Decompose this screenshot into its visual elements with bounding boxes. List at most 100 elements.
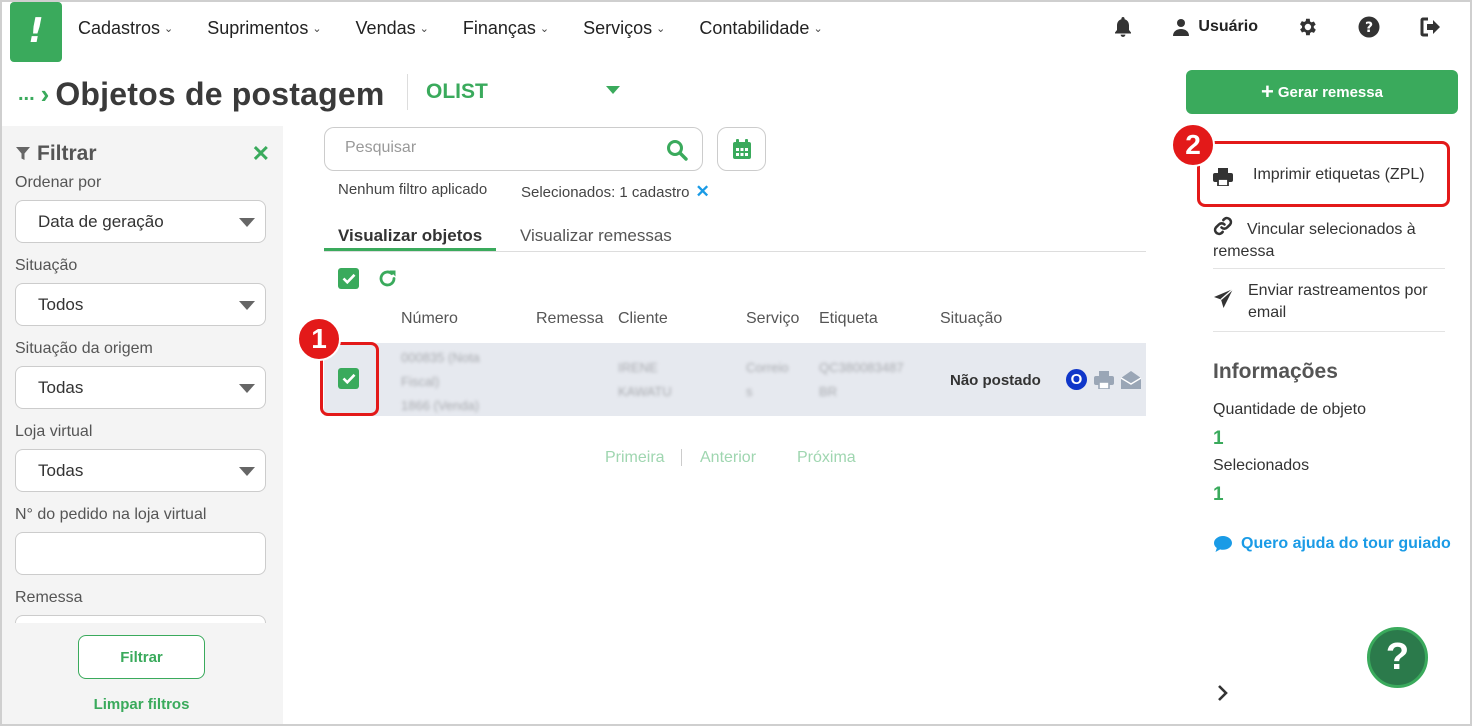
menu-suprimentos[interactable]: Suprimentos ⌄ xyxy=(207,18,321,39)
app-logo[interactable]: ! xyxy=(10,2,62,62)
help-fab-button[interactable]: ? xyxy=(1367,627,1428,688)
chevron-right-icon: › xyxy=(40,79,50,109)
olist-badge-icon[interactable]: O xyxy=(1066,369,1087,390)
cell-servico-line: Correio xyxy=(746,360,789,375)
help-circle-icon[interactable]: ? xyxy=(1356,14,1382,40)
object-quantity-label: Quantidade de objeto xyxy=(1213,401,1367,418)
search-icon[interactable] xyxy=(666,139,688,161)
actions-divider xyxy=(1213,268,1445,269)
search-input[interactable] xyxy=(345,139,645,157)
apply-filter-button[interactable]: Filtrar xyxy=(78,635,205,679)
cell-cliente: IRENE KAWATU xyxy=(618,356,672,404)
online-store-select[interactable]: Todas xyxy=(15,449,266,492)
bell-icon[interactable] xyxy=(1110,14,1136,40)
view-tabs: Visualizar objetos Visualizar remessas xyxy=(324,224,1146,252)
cell-cliente-line: IRENE xyxy=(618,360,658,375)
send-tracking-label: Enviar rastreamentos por email xyxy=(1248,282,1428,321)
origin-status-label: Situação da origem xyxy=(15,340,153,357)
origin-status-select[interactable]: Todas xyxy=(15,366,266,409)
order-number-label: N° do pedido na loja virtual xyxy=(15,506,207,523)
main-menu: Cadastros ⌄ Suprimentos ⌄ Vendas ⌄ Finanças… xyxy=(78,18,857,39)
funnel-icon xyxy=(16,147,30,160)
top-right-tools: Usuário ? xyxy=(1074,14,1444,40)
pager-first[interactable]: Primeira xyxy=(605,449,665,467)
breadcrumb-back[interactable]: ... xyxy=(18,83,35,106)
online-store-value: Todas xyxy=(38,461,84,480)
menu-contabilidade[interactable]: Contabilidade ⌄ xyxy=(699,18,822,39)
refresh-icon[interactable] xyxy=(377,268,398,289)
chevron-down-icon: ⌄ xyxy=(419,23,429,35)
cell-numero-line: 000835 (Nota xyxy=(401,350,480,365)
menu-financas[interactable]: Finanças ⌄ xyxy=(463,18,549,39)
status-select[interactable]: Todos xyxy=(15,283,266,326)
sort-select[interactable]: Data de geração xyxy=(15,200,266,243)
col-header-cliente[interactable]: Cliente xyxy=(618,310,668,328)
actions-divider xyxy=(1213,331,1445,332)
menu-label: Cadastros xyxy=(78,18,161,38)
gear-icon[interactable] xyxy=(1294,14,1320,40)
clear-filters-link[interactable]: Limpar filtros xyxy=(0,696,283,713)
cell-numero-line: Fiscal) xyxy=(401,374,440,389)
send-tracking-email-action[interactable]: Enviar rastreamentos por email xyxy=(1213,280,1445,324)
paper-plane-icon xyxy=(1214,288,1234,308)
tab-view-objects[interactable]: Visualizar objetos xyxy=(338,226,482,246)
search-box xyxy=(324,127,703,171)
active-tab-indicator xyxy=(324,248,496,251)
link-selected-to-shipment-action[interactable]: Vincular selecionados à remessa xyxy=(1213,216,1445,263)
check-icon xyxy=(342,273,355,284)
pager-previous[interactable]: Anterior xyxy=(700,449,756,467)
col-header-remessa[interactable]: Remessa xyxy=(536,310,604,328)
svg-text:?: ? xyxy=(1365,20,1373,36)
cell-servico-line: s xyxy=(746,384,753,399)
pager-divider xyxy=(681,449,682,466)
shipment-input[interactable] xyxy=(15,615,266,623)
cell-etiqueta-line: BR xyxy=(819,384,838,399)
page-title: Objetos de postagem xyxy=(55,76,385,112)
chevron-right-icon[interactable] xyxy=(1216,684,1230,702)
store-name: OLIST xyxy=(426,80,488,103)
col-header-situacao[interactable]: Situação xyxy=(940,310,1002,328)
cell-etiqueta-line: QC380083487 xyxy=(819,360,904,375)
caret-down-icon xyxy=(239,384,255,393)
user-menu[interactable]: Usuário xyxy=(1172,18,1258,36)
sort-label: Ordenar por xyxy=(15,174,102,191)
selected-count-label: Selecionados xyxy=(1213,457,1310,474)
date-filter-button[interactable] xyxy=(717,127,766,171)
info-title: Informações xyxy=(1213,360,1338,383)
guided-tour-link[interactable]: Quero ajuda do tour guiado xyxy=(1213,535,1451,553)
envelope-icon[interactable] xyxy=(1121,370,1141,389)
shipment-label: Remessa xyxy=(15,589,83,606)
filter-title: Filtrar xyxy=(15,142,97,166)
breadcrumb: ... › Objetos de postagem xyxy=(18,76,385,113)
clear-selection-icon[interactable]: ✕ xyxy=(695,182,709,202)
caret-down-icon xyxy=(239,301,255,310)
col-header-numero[interactable]: Número xyxy=(401,310,458,328)
menu-servicos[interactable]: Serviços ⌄ xyxy=(583,18,665,39)
pager-next[interactable]: Próxima xyxy=(797,449,856,467)
menu-label: Contabilidade xyxy=(699,18,810,38)
menu-cadastros[interactable]: Cadastros ⌄ xyxy=(78,18,173,39)
generate-shipment-button[interactable]: + Gerar remessa xyxy=(1186,70,1458,114)
filter-title-text: Filtrar xyxy=(37,142,97,165)
cell-numero-line: 1866 (Venda) xyxy=(401,398,480,413)
sort-value: Data de geração xyxy=(38,212,164,231)
user-name: Usuário xyxy=(1198,18,1258,35)
store-selector[interactable]: OLIST xyxy=(426,80,622,106)
select-all-checkbox[interactable] xyxy=(338,268,359,289)
caret-down-icon xyxy=(606,86,620,94)
col-header-servico[interactable]: Serviço xyxy=(746,310,799,328)
printer-icon[interactable] xyxy=(1094,370,1114,389)
row-actions: O xyxy=(1066,369,1148,390)
order-number-input[interactable] xyxy=(15,532,266,575)
logout-icon[interactable] xyxy=(1418,14,1444,40)
close-filter-icon[interactable]: ✕ xyxy=(252,141,270,167)
chevron-down-icon: ⌄ xyxy=(656,23,666,35)
tab-view-shipments[interactable]: Visualizar remessas xyxy=(520,226,672,246)
user-icon xyxy=(1173,19,1190,36)
col-header-etiqueta[interactable]: Etiqueta xyxy=(819,310,878,328)
menu-label: Suprimentos xyxy=(207,18,309,38)
filter-header: Filtrar ✕ xyxy=(15,141,270,167)
menu-vendas[interactable]: Vendas ⌄ xyxy=(356,18,429,39)
cell-cliente-line: KAWATU xyxy=(618,384,672,399)
plus-icon: + xyxy=(1261,79,1274,104)
